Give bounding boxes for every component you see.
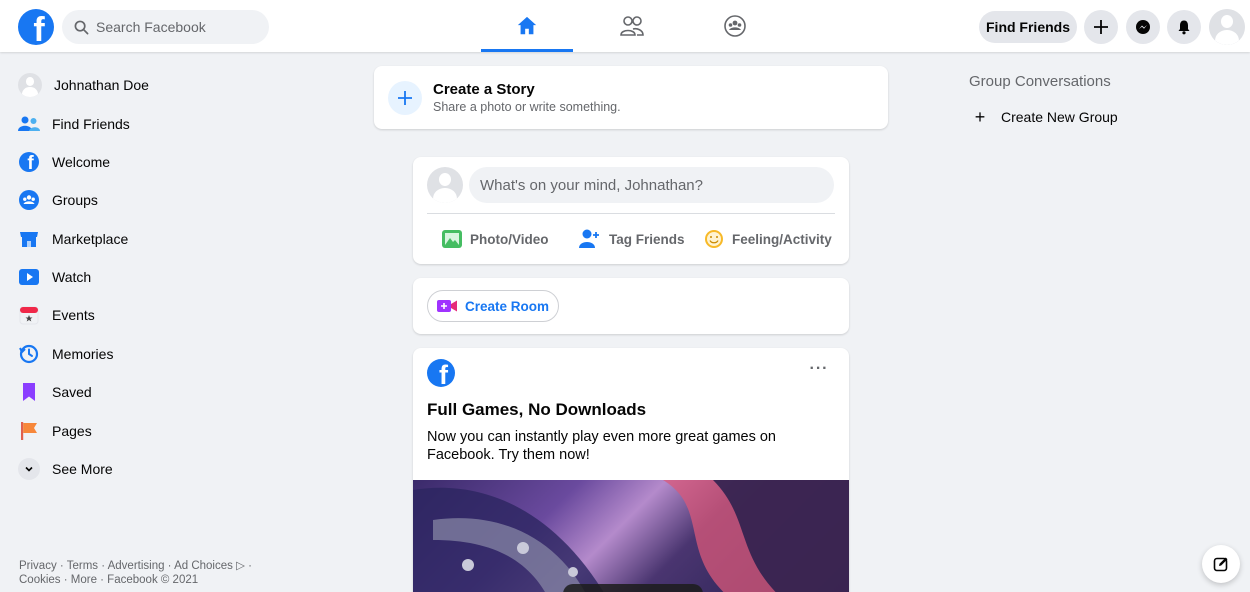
marketplace-icon: [18, 228, 40, 250]
sidebar-item-welcome[interactable]: f Welcome: [18, 147, 348, 177]
sidebar-item-find-friends[interactable]: Find Friends: [18, 109, 348, 139]
create-story-card[interactable]: Create a Story Share a photo or write so…: [374, 66, 888, 129]
pages-icon: [18, 420, 40, 442]
footer-line[interactable]: Cookies · More · Facebook © 2021: [19, 573, 279, 587]
messenger-icon: [1136, 20, 1150, 34]
post-text: Now you can instantly play even more gre…: [427, 429, 776, 463]
sidebar-item-label: Groups: [52, 192, 98, 208]
create-button[interactable]: [1084, 10, 1118, 44]
sidebar-item-label: Events: [52, 307, 95, 323]
avatar: [1209, 9, 1245, 45]
sidebar-item-see-more[interactable]: See More: [18, 454, 348, 484]
tag-friends-button[interactable]: Tag Friends: [579, 225, 685, 253]
top-navigation-bar: f Search Facebook Find Friends: [0, 0, 1250, 52]
create-room-card: Create Room: [413, 278, 849, 334]
search-icon: [74, 20, 89, 34]
video-room-icon: [436, 300, 457, 312]
divider: [427, 213, 835, 214]
tag-friends-icon: [579, 229, 599, 248]
sidebar-item-marketplace[interactable]: Marketplace: [18, 224, 348, 254]
feed-post: f ··· Full Games, No Downloads Now you c…: [413, 348, 849, 592]
feeling-activity-label: Feeling/Activity: [732, 231, 832, 247]
group-conversations-heading: Group Conversations: [969, 73, 1111, 90]
find-friends-icon: [18, 113, 40, 135]
notifications-button[interactable]: [1167, 10, 1201, 44]
feeling-icon: [705, 230, 723, 248]
groups-icon: [724, 15, 746, 37]
friends-icon: [620, 16, 644, 36]
new-message-button[interactable]: [1202, 545, 1240, 583]
post-title: Full Games, No Downloads: [427, 400, 647, 419]
sidebar-item-label: Welcome: [52, 154, 111, 170]
chevron-down-icon: [18, 458, 40, 480]
status-input[interactable]: What's on your mind, Johnathan?: [469, 167, 834, 203]
sidebar-item-label: See More: [52, 461, 113, 477]
create-room-label: Create Room: [464, 298, 550, 314]
footer-links[interactable]: Privacy · Terms · Advertising · Ad Choic…: [19, 559, 279, 587]
notifications-icon: [1178, 20, 1190, 35]
tag-friends-label: Tag Friends: [609, 231, 685, 247]
sidebar-item-pages[interactable]: Pages: [18, 416, 348, 446]
events-icon: [18, 304, 40, 326]
sidebar-item-memories[interactable]: Memories: [18, 339, 348, 369]
photo-video-button[interactable]: Photo/Video: [442, 225, 549, 253]
plus-icon: [388, 81, 422, 115]
create-room-button[interactable]: Create Room: [427, 290, 559, 322]
search-input[interactable]: Search Facebook: [96, 19, 206, 35]
create-new-group-button[interactable]: + Create New Group: [969, 106, 1118, 128]
sidebar-item-label: Pages: [52, 423, 92, 439]
avatar[interactable]: [427, 167, 463, 203]
sidebar-item-label: Watch: [52, 269, 92, 285]
story-title: Create a Story: [433, 81, 535, 98]
tab-friends[interactable]: [586, 0, 678, 52]
groups-icon: [18, 189, 40, 211]
facebook-logo-icon[interactable]: f: [427, 359, 455, 387]
avatar: [18, 73, 42, 97]
photo-video-icon: [442, 230, 462, 248]
saved-icon: [18, 381, 40, 403]
watch-icon: [18, 266, 40, 288]
feeling-activity-button[interactable]: Feeling/Activity: [704, 225, 832, 253]
find-friends-button[interactable]: Find Friends: [979, 11, 1077, 43]
sidebar-item-label: Saved: [52, 384, 92, 400]
sidebar-item-label: Find Friends: [52, 116, 130, 132]
facebook-logo[interactable]: f: [18, 9, 54, 45]
sidebar-item-label: Marketplace: [52, 231, 129, 247]
story-subtitle: Share a photo or write something.: [433, 100, 621, 114]
welcome-icon: f: [18, 151, 40, 173]
photo-video-label: Photo/Video: [470, 231, 549, 247]
home-icon: [517, 16, 537, 35]
sidebar-item-groups[interactable]: Groups: [18, 185, 348, 215]
create-new-group-label: Create New Group: [1001, 109, 1118, 125]
memories-icon: [18, 343, 40, 365]
sidebar-item-profile[interactable]: Johnathan Doe: [18, 70, 348, 100]
post-composer: What's on your mind, Johnathan? Photo/Vi…: [413, 157, 849, 264]
tab-groups[interactable]: [689, 0, 781, 52]
post-image[interactable]: [413, 480, 849, 592]
compose-icon: [1213, 557, 1228, 572]
search-bar[interactable]: Search Facebook: [62, 10, 269, 44]
sidebar-item-saved[interactable]: Saved: [18, 377, 348, 407]
sidebar-item-label: Memories: [52, 346, 114, 362]
more-options-icon[interactable]: ···: [809, 361, 829, 380]
messenger-button[interactable]: [1126, 10, 1160, 44]
tab-home[interactable]: [481, 0, 573, 52]
sidebar-item-events[interactable]: Events: [18, 300, 348, 330]
footer-line[interactable]: Privacy · Terms · Advertising · Ad Choic…: [19, 559, 279, 573]
profile-avatar-button[interactable]: [1209, 9, 1245, 45]
sidebar-item-label: Johnathan Doe: [54, 77, 149, 93]
plus-icon: +: [974, 106, 986, 127]
sidebar-item-watch[interactable]: Watch: [18, 262, 348, 292]
plus-icon: [1094, 20, 1108, 34]
